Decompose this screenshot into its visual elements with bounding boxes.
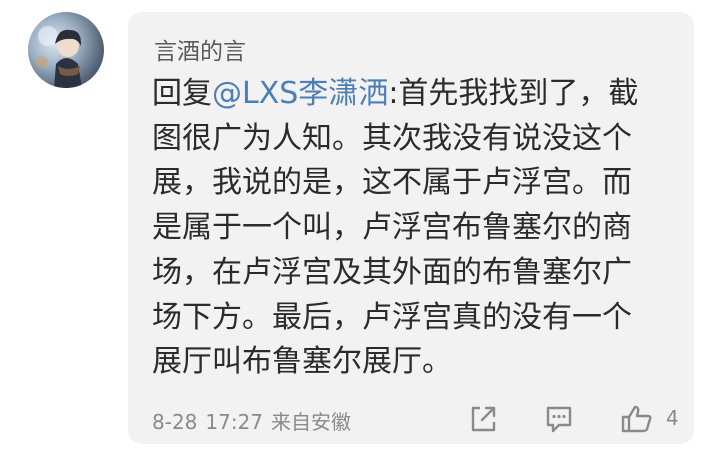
username[interactable]: 言酒的言: [154, 32, 246, 66]
comment-text: 回复@LXS李潇洒:首先我找到了，截 图很广为人知。其次我没有说没这个 展，我说…: [152, 72, 676, 385]
comment-source: 来自安徽: [271, 410, 352, 434]
mention-link[interactable]: @LXS李潇洒: [212, 76, 388, 111]
thumbs-up-icon[interactable]: [620, 404, 654, 434]
reply-prefix: 回复: [152, 76, 212, 111]
comment-footer: 8-28 17:27 来自安徽 4: [128, 404, 694, 438]
comment-line-3: 展，我说的是，这不属于卢浮宫。而: [152, 165, 632, 201]
comment-date: 8-28: [152, 410, 198, 434]
avatar[interactable]: [28, 12, 104, 88]
comment-card: 言酒的言 回复@LXS李潇洒:首先我找到了，截 图很广为人知。其次我没有说没这个…: [128, 12, 694, 444]
comment-line-5: 场，在卢浮宫及其外面的布鲁塞尔广: [152, 254, 632, 290]
comment-line-4: 是属于一个叫，卢浮宫布鲁塞尔的商: [152, 210, 632, 246]
share-icon[interactable]: [468, 404, 498, 434]
comment-time: 17:27: [205, 410, 264, 434]
comment-line-6: 场下方。最后，卢浮宫真的没有一个: [152, 299, 632, 335]
comment-line-7: 展厅叫布鲁塞尔展厅。: [152, 344, 452, 380]
comment-icon[interactable]: [544, 404, 574, 434]
comment-meta: 8-28 17:27 来自安徽: [152, 406, 359, 435]
comment-line-2: 图很广为人知。其次我没有说没这个: [152, 120, 632, 156]
comment-line-1-text: :首先我找到了，截: [388, 76, 639, 111]
comment-line-1: 回复@LXS李潇洒:首先我找到了，截: [152, 72, 676, 117]
like-count: 4: [666, 406, 679, 430]
